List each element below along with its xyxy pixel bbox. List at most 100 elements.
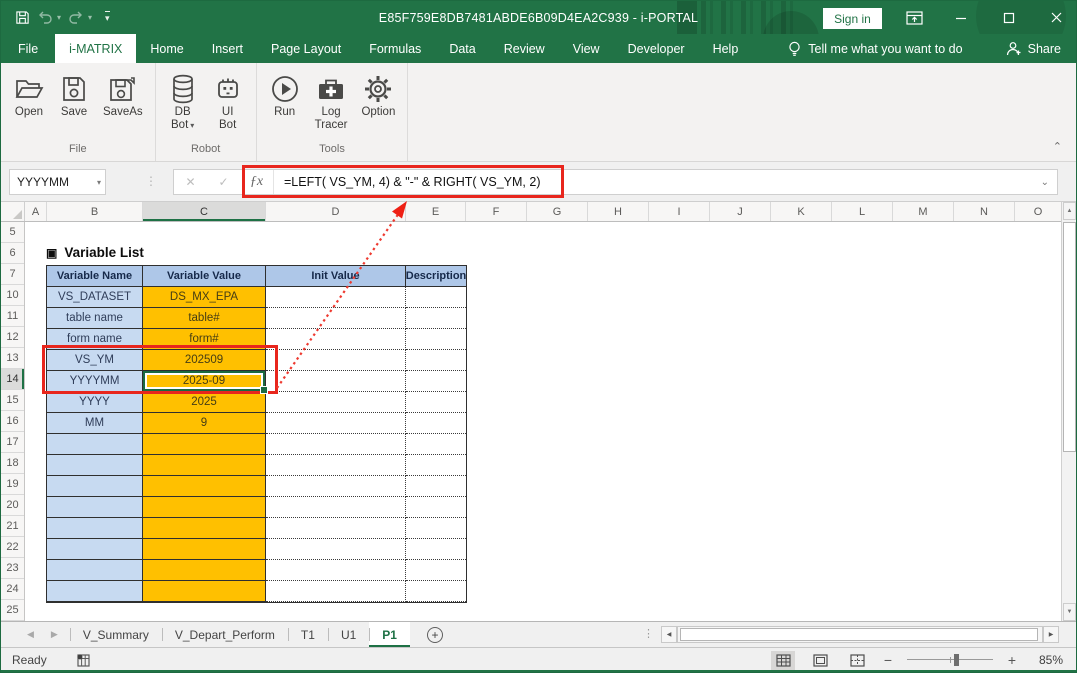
cancel-icon[interactable]: ✕	[174, 175, 207, 189]
cell-description[interactable]	[406, 455, 466, 476]
cell-variable-value[interactable]	[143, 560, 266, 581]
cell-description[interactable]	[406, 518, 466, 539]
option-button[interactable]: Option	[355, 69, 401, 120]
cell-description[interactable]	[406, 581, 466, 602]
cell-init-value[interactable]	[266, 560, 406, 581]
cell-variable-value[interactable]	[143, 476, 266, 497]
row-header[interactable]: 11	[1, 306, 24, 327]
column-header[interactable]: G	[527, 202, 588, 221]
cell-variable-name[interactable]: table name	[47, 308, 143, 329]
row-header[interactable]: 21	[1, 516, 24, 537]
cell-init-value[interactable]	[266, 539, 406, 560]
column-header[interactable]: H	[588, 202, 649, 221]
cell-init-value[interactable]	[266, 434, 406, 455]
sheet-nav-right-icon[interactable]: ▶	[51, 629, 58, 640]
ribbon-display-options-icon[interactable]	[897, 1, 931, 34]
row-header[interactable]: 12	[1, 327, 24, 348]
header-variable-name[interactable]: Variable Name	[47, 266, 143, 287]
row-header[interactable]: 25	[1, 600, 24, 621]
cell-variable-name[interactable]: YYYY	[47, 392, 143, 413]
ui-bot-button[interactable]: UI Bot	[206, 69, 250, 133]
undo-icon[interactable]	[37, 11, 53, 25]
select-all-corner[interactable]	[1, 202, 25, 221]
row-header[interactable]: 18	[1, 453, 24, 474]
ribbon-tab[interactable]: Data	[435, 34, 489, 63]
save-icon[interactable]	[15, 10, 30, 25]
row-header[interactable]: 17	[1, 432, 24, 453]
cell-description[interactable]	[406, 497, 466, 518]
cell-variable-name[interactable]: VS_YM	[47, 350, 143, 371]
column-header[interactable]: F	[466, 202, 527, 221]
row-header[interactable]: 14	[1, 369, 24, 390]
expand-formula-bar-icon[interactable]: ⌄	[1041, 177, 1057, 188]
macro-record-icon[interactable]	[77, 654, 92, 667]
cell-variable-value[interactable]	[143, 581, 266, 602]
cell-variable-value[interactable]: 2025-09	[143, 371, 266, 392]
sign-in-button[interactable]: Sign in	[823, 8, 882, 29]
cell-description[interactable]	[406, 476, 466, 497]
customize-qat-icon[interactable]: ▾	[105, 11, 110, 24]
ribbon-tab[interactable]: Formulas	[355, 34, 435, 63]
cell-variable-value[interactable]: table#	[143, 308, 266, 329]
cell-init-value[interactable]	[266, 329, 406, 350]
save-as-button[interactable]: SaveAs	[97, 69, 149, 120]
zoom-slider[interactable]	[907, 654, 993, 666]
cell-variable-name[interactable]	[47, 497, 143, 518]
normal-view-icon[interactable]	[771, 651, 795, 670]
zoom-level[interactable]: 85%	[1031, 653, 1063, 667]
cell-init-value[interactable]	[266, 455, 406, 476]
cell-variable-value[interactable]	[143, 497, 266, 518]
cell-variable-name[interactable]: YYYYMM	[47, 371, 143, 392]
ribbon-tab[interactable]: Page Layout	[257, 34, 355, 63]
cell-description[interactable]	[406, 329, 466, 350]
cell-variable-value[interactable]: form#	[143, 329, 266, 350]
scroll-right-icon[interactable]: ▶	[1043, 626, 1059, 643]
column-header[interactable]: J	[710, 202, 771, 221]
column-header[interactable]: L	[832, 202, 893, 221]
page-layout-view-icon[interactable]	[808, 651, 832, 670]
ribbon-tab[interactable]: File	[1, 34, 55, 63]
column-header[interactable]: C	[143, 202, 266, 221]
row-header[interactable]: 10	[1, 285, 24, 306]
tab-scrollbar-splitter-icon[interactable]: ⋮	[643, 627, 654, 640]
vertical-scrollbar-thumb[interactable]	[1063, 222, 1076, 452]
row-header[interactable]: 6	[1, 243, 24, 264]
cell-variable-name[interactable]: VS_DATASET	[47, 287, 143, 308]
cell-variable-value[interactable]	[143, 434, 266, 455]
cell-description[interactable]	[406, 392, 466, 413]
share-button[interactable]: Share	[991, 34, 1076, 63]
ribbon-tab[interactable]: Review	[490, 34, 559, 63]
cell-variable-name[interactable]	[47, 518, 143, 539]
sheet-nav-left-icon[interactable]: ◀	[27, 629, 34, 640]
collapse-ribbon-icon[interactable]: ⌃	[1053, 140, 1062, 153]
cell-variable-value[interactable]: 2025	[143, 392, 266, 413]
cell-init-value[interactable]	[266, 497, 406, 518]
column-header[interactable]: D	[266, 202, 406, 221]
cell-init-value[interactable]	[266, 392, 406, 413]
column-header[interactable]: M	[893, 202, 954, 221]
sheet-tab[interactable]: T1	[288, 622, 328, 647]
cell-variable-name[interactable]: form name	[47, 329, 143, 350]
cell-init-value[interactable]	[266, 518, 406, 539]
scroll-down-icon[interactable]: ▼	[1063, 603, 1076, 621]
row-header[interactable]: 5	[1, 222, 24, 243]
sheet-cells-area[interactable]: ▣ Variable List Variable Name Variable V…	[25, 222, 1061, 621]
ribbon-tab[interactable]: Developer	[614, 34, 699, 63]
cell-description[interactable]	[406, 413, 466, 434]
ribbon-tab[interactable]: Insert	[198, 34, 257, 63]
maximize-button[interactable]	[992, 1, 1026, 34]
cell-init-value[interactable]	[266, 308, 406, 329]
cell-description[interactable]	[406, 560, 466, 581]
db-bot-button[interactable]: DB Bot▾	[162, 69, 204, 133]
row-header[interactable]: 7	[1, 264, 24, 285]
name-box[interactable]: YYYYMM ▾	[9, 169, 106, 195]
cell-variable-value[interactable]	[143, 518, 266, 539]
row-header[interactable]: 23	[1, 558, 24, 579]
row-header[interactable]: 19	[1, 474, 24, 495]
cell-description[interactable]	[406, 539, 466, 560]
formula-input[interactable]: ✕ ✓ ƒx =LEFT( VS_YM, 4) & "-" & RIGHT( V…	[173, 169, 1058, 195]
zoom-out-icon[interactable]: −	[882, 652, 894, 668]
enter-icon[interactable]: ✓	[207, 175, 240, 189]
cell-variable-name[interactable]	[47, 581, 143, 602]
cell-init-value[interactable]	[266, 371, 406, 392]
